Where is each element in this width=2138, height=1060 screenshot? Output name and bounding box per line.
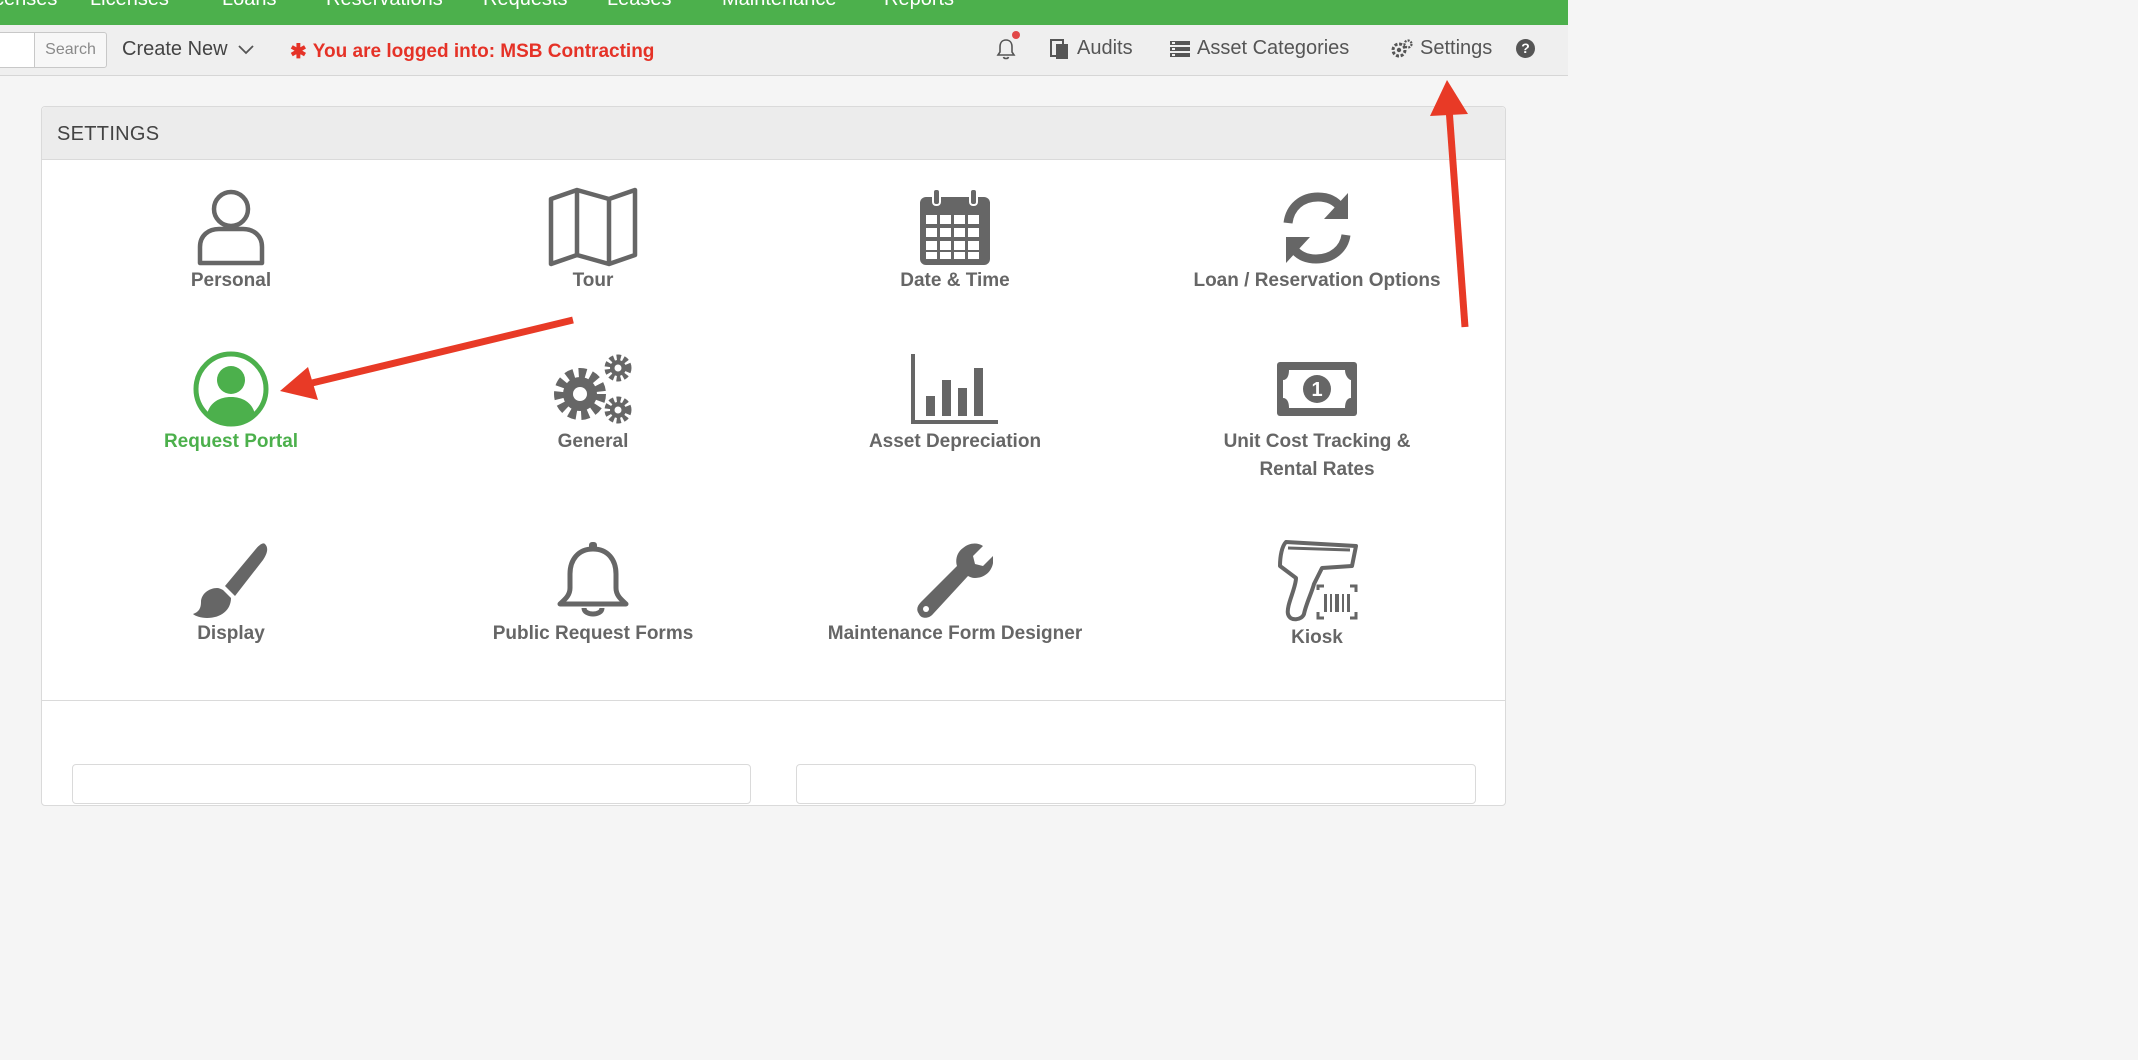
tile-display[interactable]: Display bbox=[81, 540, 381, 648]
money-bill-icon: 1 bbox=[1277, 362, 1357, 416]
tile-label-line2: Rental Rates bbox=[1259, 459, 1375, 480]
settings-panel: SETTINGS Personal Tour Date & Time Loan … bbox=[41, 106, 1506, 806]
tile-public-request-forms[interactable]: Public Request Forms bbox=[443, 540, 743, 648]
settings-label: Settings bbox=[1420, 37, 1493, 59]
create-new-label: Create New bbox=[122, 38, 228, 60]
notification-badge bbox=[1012, 31, 1020, 39]
tile-label: Tour bbox=[572, 270, 614, 291]
nav-item-licenses[interactable]: Licenses bbox=[90, 0, 169, 11]
barcode-scanner-icon bbox=[1278, 540, 1358, 622]
nav-item-leases[interactable]: Leases bbox=[607, 0, 672, 11]
tile-label: Public Request Forms bbox=[492, 623, 694, 644]
nav-item-licenses-partial[interactable]: censes bbox=[0, 0, 57, 11]
nav-item-reports[interactable]: Reports bbox=[884, 0, 954, 11]
tile-kiosk[interactable]: Kiosk bbox=[1167, 540, 1467, 652]
tile-general[interactable]: General bbox=[443, 350, 743, 456]
bar-chart-icon bbox=[911, 354, 998, 424]
search-button[interactable]: Search bbox=[34, 32, 107, 68]
tile-date-time[interactable]: Date & Time bbox=[805, 187, 1105, 295]
tile-maintenance-form-designer[interactable]: Maintenance Form Designer bbox=[805, 540, 1105, 648]
tile-label: General bbox=[557, 431, 629, 452]
paint-brush-icon bbox=[193, 543, 268, 618]
help-icon: ? bbox=[1516, 39, 1535, 58]
tile-unit-cost-tracking[interactable]: 1 Unit Cost Tracking & Rental Rates bbox=[1167, 350, 1467, 484]
panel-header: SETTINGS bbox=[42, 107, 1505, 160]
chevron-down-icon bbox=[237, 44, 254, 54]
nav-item-requests[interactable]: Requests bbox=[483, 0, 568, 11]
tile-label: Personal bbox=[190, 270, 272, 291]
tile-loan-reservation-options[interactable]: Loan / Reservation Options bbox=[1167, 187, 1467, 295]
logged-in-text: You are logged into: MSB Contracting bbox=[312, 40, 655, 62]
bell-icon bbox=[996, 39, 1016, 60]
asterisk-icon: ✱ bbox=[290, 41, 307, 63]
tile-label: Asset Depreciation bbox=[868, 431, 1042, 452]
map-icon bbox=[548, 187, 638, 267]
search-input[interactable] bbox=[0, 32, 35, 68]
page-title: SETTINGS bbox=[57, 123, 160, 145]
wrench-icon bbox=[917, 543, 993, 618]
nav-item-maintenance[interactable]: Maintenance bbox=[722, 0, 837, 11]
bell-icon bbox=[557, 542, 629, 617]
tile-request-portal[interactable]: Request Portal bbox=[81, 350, 381, 456]
tile-label-line1: Unit Cost Tracking & bbox=[1223, 431, 1411, 452]
tile-tour[interactable]: Tour bbox=[443, 187, 743, 295]
gears-icon bbox=[1391, 38, 1413, 57]
toolbar: Search Create New ✱ You are logged into:… bbox=[0, 25, 1568, 76]
create-new-dropdown[interactable]: Create New bbox=[122, 38, 254, 61]
tile-label: Maintenance Form Designer bbox=[827, 623, 1083, 644]
tile-asset-depreciation[interactable]: Asset Depreciation bbox=[805, 350, 1105, 456]
nav-item-loans[interactable]: Loans bbox=[222, 0, 277, 11]
list-icon bbox=[1170, 40, 1190, 57]
lower-card-right bbox=[796, 764, 1476, 804]
help-button[interactable]: ? bbox=[1516, 39, 1535, 58]
settings-link[interactable]: Settings bbox=[1390, 37, 1492, 60]
tile-label: Date & Time bbox=[900, 270, 1010, 291]
tile-label: Kiosk bbox=[1291, 627, 1343, 648]
refresh-icon bbox=[1283, 192, 1351, 264]
audits-link[interactable]: Audits bbox=[1049, 37, 1133, 60]
user-outline-icon bbox=[197, 189, 265, 266]
divider bbox=[42, 700, 1505, 701]
tile-label: Request Portal bbox=[163, 431, 299, 452]
audits-label: Audits bbox=[1077, 37, 1133, 59]
asset-categories-label: Asset Categories bbox=[1197, 37, 1350, 59]
gears-icon bbox=[554, 354, 632, 424]
lower-card-left bbox=[72, 764, 751, 804]
svg-text:1: 1 bbox=[1311, 379, 1322, 401]
notifications-button[interactable] bbox=[996, 38, 1022, 60]
clipboard-icon bbox=[1050, 38, 1068, 59]
tile-personal[interactable]: Personal bbox=[81, 187, 381, 295]
asset-categories-link[interactable]: Asset Categories bbox=[1169, 37, 1349, 60]
main-nav-bar: censes Licenses Loans Reservations Reque… bbox=[0, 0, 1568, 25]
calendar-icon bbox=[920, 188, 990, 265]
user-circle-icon bbox=[193, 351, 269, 427]
tile-label: Loan / Reservation Options bbox=[1193, 270, 1441, 291]
nav-item-reservations[interactable]: Reservations bbox=[326, 0, 443, 11]
tile-label: Display bbox=[197, 623, 265, 644]
logged-in-notice: ✱ You are logged into: MSB Contracting bbox=[290, 39, 654, 64]
